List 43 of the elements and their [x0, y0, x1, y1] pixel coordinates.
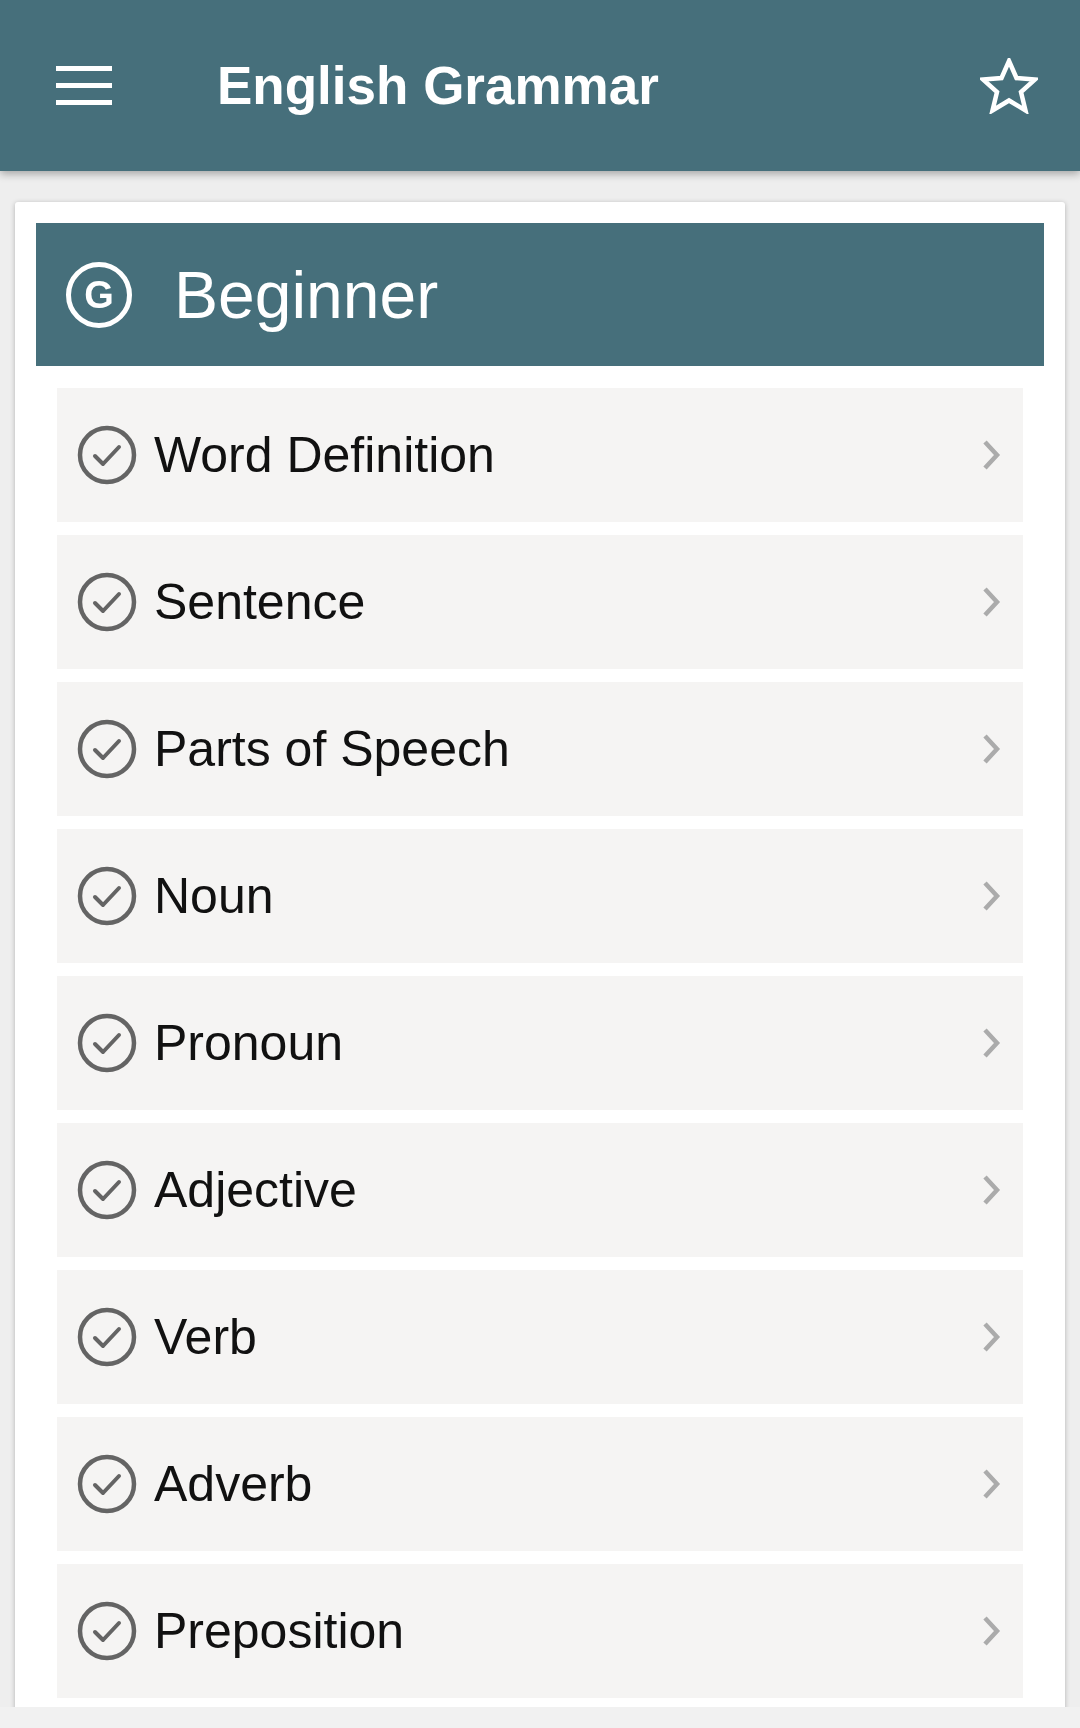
check-circle-icon	[77, 1454, 137, 1514]
chevron-right-icon	[981, 1615, 1001, 1647]
lesson-item[interactable]: Adverb	[57, 1417, 1023, 1551]
check-circle-icon	[77, 1160, 137, 1220]
lesson-title: Word Definition	[154, 426, 496, 484]
lesson-item[interactable]: Word Definition	[57, 388, 1023, 522]
section-title: Beginner	[174, 256, 439, 333]
app-title: English Grammar	[217, 55, 660, 116]
lesson-title: Adjective	[154, 1161, 358, 1219]
lesson-title: Pronoun	[154, 1014, 345, 1072]
lesson-item[interactable]: Parts of Speech	[57, 682, 1023, 816]
favorite-button[interactable]	[980, 57, 1038, 114]
lesson-item[interactable]: Preposition	[57, 1564, 1023, 1698]
lesson-title: Verb	[154, 1308, 258, 1366]
chevron-right-icon	[981, 439, 1001, 471]
check-circle-icon	[77, 866, 137, 926]
letter-logo: G	[66, 261, 132, 328]
check-circle-icon	[77, 572, 137, 632]
chevron-right-icon	[981, 733, 1001, 765]
check-circle-icon	[77, 1013, 137, 1073]
menu-button[interactable]	[56, 66, 112, 105]
check-circle-icon	[77, 425, 137, 485]
lesson-item[interactable]: Adjective	[57, 1123, 1023, 1257]
chevron-right-icon	[981, 880, 1001, 912]
lesson-item[interactable]: Pronoun	[57, 976, 1023, 1110]
lesson-title: Noun	[154, 867, 275, 925]
menu-icon	[56, 66, 112, 105]
check-circle-icon	[77, 1601, 137, 1661]
check-circle-icon	[77, 719, 137, 779]
lesson-item[interactable]: Sentence	[57, 535, 1023, 669]
check-circle-icon	[77, 1307, 137, 1367]
chevron-right-icon	[981, 1027, 1001, 1059]
lesson-title: Parts of Speech	[154, 720, 511, 778]
lesson-title: Preposition	[154, 1602, 406, 1660]
chevron-right-icon	[981, 1468, 1001, 1500]
lesson-item[interactable]: Noun	[57, 829, 1023, 963]
chevron-right-icon	[981, 1174, 1001, 1206]
lesson-item[interactable]: Verb	[57, 1270, 1023, 1404]
lesson-title: Sentence	[154, 573, 367, 631]
star-outline-icon	[980, 57, 1038, 114]
chevron-right-icon	[981, 1321, 1001, 1353]
chevron-right-icon	[981, 586, 1001, 618]
lesson-title: Adverb	[154, 1455, 314, 1513]
